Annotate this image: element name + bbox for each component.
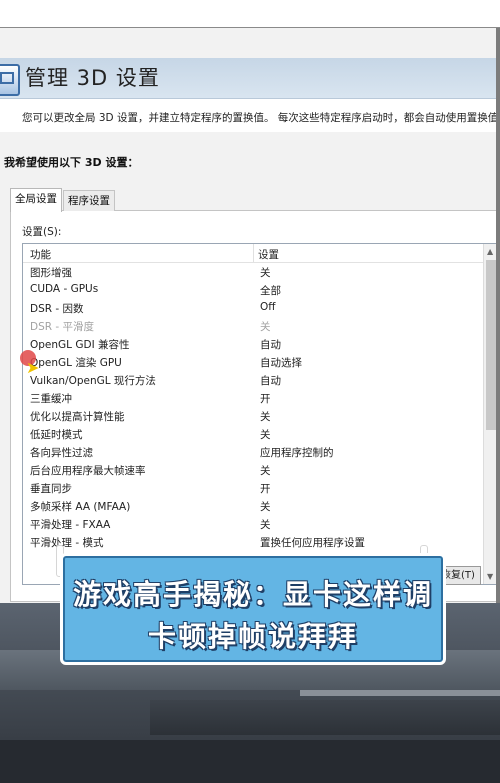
table-row[interactable]: DSR - 因数 Off <box>23 299 483 317</box>
row-feature: 各向异性过滤 <box>30 447 93 459</box>
table-row[interactable]: 垂直同步 开 <box>23 479 483 497</box>
row-feature: CUDA - GPUs <box>30 283 99 295</box>
row-feature: 后台应用程序最大帧速率 <box>30 465 146 477</box>
row-value: 自动选择 <box>260 357 302 369</box>
row-value: 关 <box>260 429 271 441</box>
chevron-up-icon[interactable]: ▲ <box>487 247 493 256</box>
table-row[interactable]: 后台应用程序最大帧速率 关 <box>23 461 483 479</box>
row-value: 开 <box>260 483 271 495</box>
row-value: 置换任何应用程序设置 <box>260 537 365 549</box>
row-feature: 三重缓冲 <box>30 393 72 405</box>
row-value: 关 <box>260 501 271 513</box>
list-header: 功能 设置 <box>23 244 483 263</box>
row-value: 关 <box>260 465 271 477</box>
row-feature: 图形增强 <box>30 267 72 279</box>
row-value: 自动 <box>260 339 281 351</box>
row-value: 关 <box>260 321 271 333</box>
table-row[interactable]: 三重缓冲 开 <box>23 389 483 407</box>
row-feature: 多帧采样 AA (MFAA) <box>30 501 131 513</box>
table-row[interactable]: Vulkan/OpenGL 现行方法 自动 <box>23 371 483 389</box>
video-caption: 游戏高手揭秘：显卡这样调 卡顿掉帧说拜拜 <box>60 553 446 665</box>
row-value: 自动 <box>260 375 281 387</box>
row-value: 全部 <box>260 285 281 297</box>
row-value: 关 <box>260 411 271 423</box>
table-row[interactable]: 图形增强 关 <box>23 263 483 281</box>
row-value: 关 <box>260 267 271 279</box>
section-label: 我希望使用以下 3D 设置： <box>4 156 139 169</box>
row-value: Off <box>260 301 276 313</box>
column-header-feature[interactable]: 功能 <box>30 247 51 262</box>
row-feature: 低延时模式 <box>30 429 83 441</box>
nvidia-3d-settings-icon <box>0 64 20 96</box>
table-row[interactable]: 各向异性过滤 应用程序控制的 <box>23 443 483 461</box>
settings-list[interactable]: 功能 设置 图形增强关 CUDA - GPUs 全部 DSR - 因数 Off DS… <box>22 243 499 585</box>
table-row[interactable]: 多帧采样 AA (MFAA) 关 <box>23 497 483 515</box>
photo-step <box>150 700 500 735</box>
table-row[interactable]: OpenGL 渲染 GPU 自动选择 <box>23 353 483 371</box>
row-feature: Vulkan/OpenGL 现行方法 <box>30 375 156 387</box>
tab-program-settings[interactable]: 程序设置 <box>63 190 115 211</box>
photo-rail <box>300 690 500 696</box>
caption-line: 卡顿掉帧说拜拜 <box>147 620 358 653</box>
row-feature: DSR - 因数 <box>30 303 84 315</box>
table-row[interactable]: CUDA - GPUs 全部 <box>23 281 483 299</box>
row-feature: OpenGL GDI 兼容性 <box>30 339 130 351</box>
row-value: 开 <box>260 393 271 405</box>
column-header-setting[interactable]: 设置 <box>258 247 279 262</box>
row-feature: DSR - 平滑度 <box>30 321 95 333</box>
caption-line: 游戏高手揭秘：显卡这样调 <box>72 578 433 611</box>
mouse-cursor-icon: ➤ <box>26 358 40 377</box>
tab-global-settings[interactable]: 全局设置 <box>10 188 62 212</box>
nvidia-control-panel-window: 管理 3D 设置 您可以更改全局 3D 设置，并建立特定程序的置换值。 每次这些… <box>0 28 500 603</box>
settings-label: 设置(S): <box>22 226 62 238</box>
row-feature: 平滑处理 - FXAA <box>30 519 111 531</box>
page-title: 管理 3D 设置 <box>25 66 160 90</box>
row-value: 应用程序控制的 <box>260 447 334 459</box>
photo-step <box>0 740 500 783</box>
row-value: 关 <box>260 519 271 531</box>
row-feature: 垂直同步 <box>30 483 72 495</box>
page-header: 管理 3D 设置 您可以更改全局 3D 设置，并建立特定程序的置换值。 每次这些… <box>0 58 500 132</box>
page-description: 您可以更改全局 3D 设置，并建立特定程序的置换值。 每次这些特定程序启动时，都… <box>22 112 500 124</box>
table-row: DSR - 平滑度 关 <box>23 317 483 335</box>
table-row[interactable]: 优化以提高计算性能 关 <box>23 407 483 425</box>
table-row[interactable]: OpenGL GDI 兼容性 自动 <box>23 335 483 353</box>
chevron-down-icon[interactable]: ▼ <box>487 572 493 581</box>
row-feature: OpenGL 渲染 GPU <box>30 357 122 369</box>
header-band: 管理 3D 设置 <box>0 58 500 99</box>
column-divider <box>253 244 254 262</box>
row-feature: 平滑处理 - 模式 <box>30 537 104 549</box>
row-feature: 优化以提高计算性能 <box>30 411 125 423</box>
table-row[interactable]: 低延时模式 关 <box>23 425 483 443</box>
table-row[interactable]: 平滑处理 - 模式 置换任何应用程序设置 <box>23 533 483 551</box>
top-strip <box>0 0 500 28</box>
window-edge <box>496 28 500 603</box>
table-row[interactable]: 平滑处理 - FXAA 关 <box>23 515 483 533</box>
scroll-thumb[interactable] <box>486 260 496 430</box>
